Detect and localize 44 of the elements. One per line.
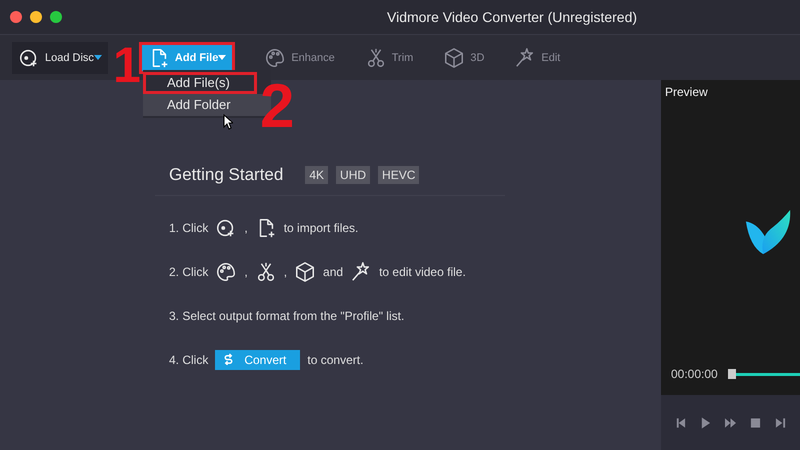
skip-forward-icon[interactable] <box>775 416 786 428</box>
step-text: , <box>284 265 288 279</box>
step-text: to import files. <box>284 221 358 235</box>
palette-icon <box>264 46 286 68</box>
fast-forward-icon[interactable] <box>725 416 736 428</box>
step-text: to convert. <box>307 353 364 367</box>
preview-title: Preview <box>664 84 709 101</box>
close-button[interactable] <box>10 11 22 23</box>
skip-back-icon[interactable] <box>675 416 686 428</box>
step-text: to edit video file. <box>379 265 466 279</box>
zoom-button[interactable] <box>50 11 62 23</box>
cube-icon <box>443 46 466 68</box>
step-text: , <box>244 221 248 235</box>
step-text: , <box>244 265 248 279</box>
toolbar-button[interactable]: Enhance <box>258 42 341 72</box>
format-badge: HEVC <box>378 166 420 184</box>
heading: Getting Started <box>169 165 284 185</box>
minimize-button[interactable] <box>30 11 42 23</box>
toolbar-button[interactable]: Edit <box>508 42 566 72</box>
step-text: 3. Select output format from the "Profile" list. <box>169 309 404 323</box>
progress-track <box>736 373 800 376</box>
step-text: 1. Click <box>169 221 208 235</box>
format-badge: 4K <box>305 166 328 184</box>
palette-icon <box>215 261 238 283</box>
toolbar-button[interactable]: Load Disc <box>12 42 108 74</box>
mouse-cursor-icon <box>223 114 233 130</box>
play-icon[interactable] <box>700 416 711 428</box>
window-title: Vidmore Video Converter (Unregistered) <box>387 9 638 25</box>
sync-icon <box>223 353 234 365</box>
toolbar-button[interactable]: Add File <box>142 44 232 70</box>
toolbar-button[interactable]: 3D <box>437 42 490 72</box>
step-text: and <box>323 265 344 279</box>
slider-thumb[interactable] <box>728 369 736 379</box>
stop-icon[interactable] <box>750 416 761 428</box>
format-badge: UHD <box>336 166 370 184</box>
time-readout: 00:00:00 <box>671 367 718 381</box>
step-text: 2. Click <box>169 265 208 279</box>
caret-icon <box>218 55 226 60</box>
cube-icon <box>294 261 316 283</box>
menu-item[interactable]: Add File(s) <box>143 72 257 94</box>
caret-icon <box>94 55 102 60</box>
toolbar-button[interactable]: Trim <box>358 42 420 72</box>
step-text: 4. Click <box>169 353 208 367</box>
step-number: 1 <box>113 40 141 90</box>
